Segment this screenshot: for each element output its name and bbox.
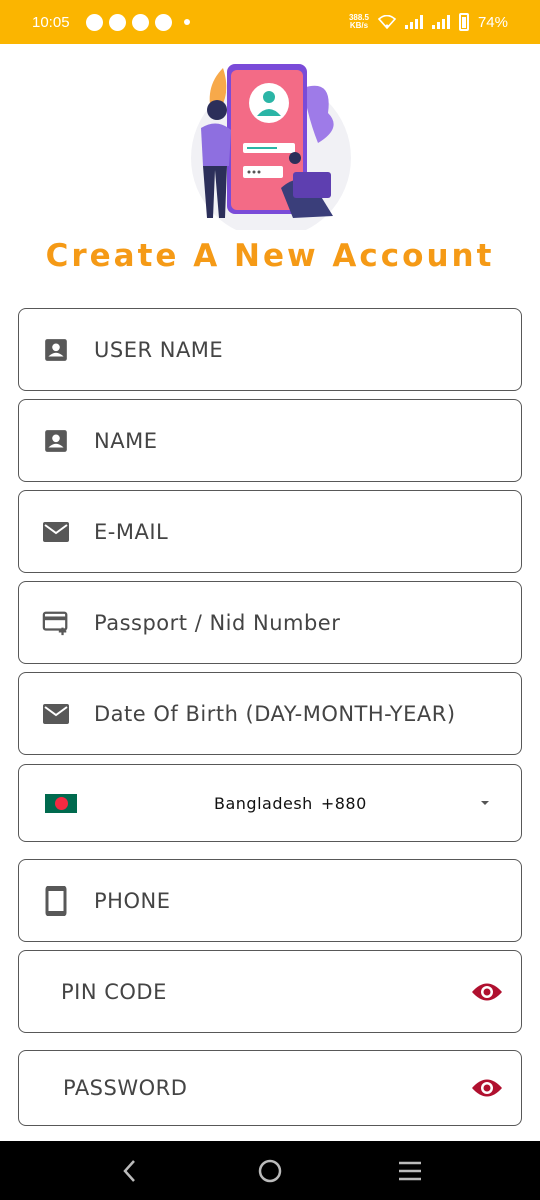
more-notifications-dot (183, 19, 190, 25)
dob-field[interactable]: Date Of Birth (DAY-MONTH-YEAR) (18, 672, 522, 755)
password-placeholder: PASSWORD (63, 1076, 188, 1100)
messenger-icon (108, 13, 126, 31)
mail-icon (42, 518, 70, 546)
signup-illustration (191, 64, 351, 230)
page-title: Create A New Account (45, 238, 495, 274)
status-time: 10:05 (32, 13, 70, 31)
dropdown-arrow-icon[interactable] (481, 801, 489, 805)
signal-icon (404, 15, 423, 29)
recents-icon (399, 1161, 421, 1180)
recents-button[interactable] (395, 1156, 425, 1186)
name-field[interactable]: NAME (18, 399, 522, 482)
passport-placeholder: Passport / Nid Number (94, 610, 341, 635)
status-bar: 10:05 388.5 KB/s 74% (0, 0, 540, 44)
wifi-icon (377, 15, 396, 29)
phone-icon (42, 885, 70, 916)
name-placeholder: NAME (94, 428, 158, 453)
signal-icon (431, 15, 450, 29)
pin-code-field[interactable]: PIN CODE (18, 950, 522, 1033)
card-add-icon (42, 609, 70, 637)
eye-icon[interactable] (471, 1077, 503, 1099)
back-icon (123, 1159, 135, 1182)
messenger-icon (131, 13, 149, 31)
home-button[interactable] (255, 1156, 285, 1186)
account-box-icon (42, 427, 70, 455)
system-nav-bar (0, 1141, 540, 1200)
eye-icon[interactable] (471, 981, 503, 1003)
home-icon (258, 1159, 282, 1182)
whatsapp-icon (154, 13, 172, 31)
country-dial-code: +880 (320, 793, 367, 813)
country-name: Bangladesh (214, 793, 313, 813)
dob-placeholder: Date Of Birth (DAY-MONTH-YEAR) (94, 701, 456, 726)
back-button[interactable] (115, 1156, 145, 1186)
battery-icon (458, 13, 469, 31)
chat-icon (85, 13, 103, 31)
phone-field[interactable]: PHONE (18, 859, 522, 942)
mail-icon (42, 700, 70, 728)
email-placeholder: E-MAIL (94, 519, 169, 544)
bangladesh-flag-icon (45, 793, 77, 813)
notification-icons (85, 13, 190, 31)
account-box-icon (42, 336, 70, 364)
battery-level: 74% (477, 13, 508, 31)
network-speed: 388.5 KB/s (348, 13, 369, 30)
country-code-select[interactable]: Bangladesh +880 (18, 764, 522, 842)
pin-code-placeholder: PIN CODE (61, 979, 167, 1004)
passport-field[interactable]: Passport / Nid Number (18, 581, 522, 664)
username-field[interactable]: USER NAME (18, 308, 522, 391)
country-selected: Bangladesh +880 (214, 794, 367, 813)
email-field[interactable]: E-MAIL (18, 490, 522, 573)
username-placeholder: USER NAME (94, 337, 224, 362)
password-field[interactable]: PASSWORD (18, 1050, 522, 1126)
phone-placeholder: PHONE (94, 888, 171, 913)
